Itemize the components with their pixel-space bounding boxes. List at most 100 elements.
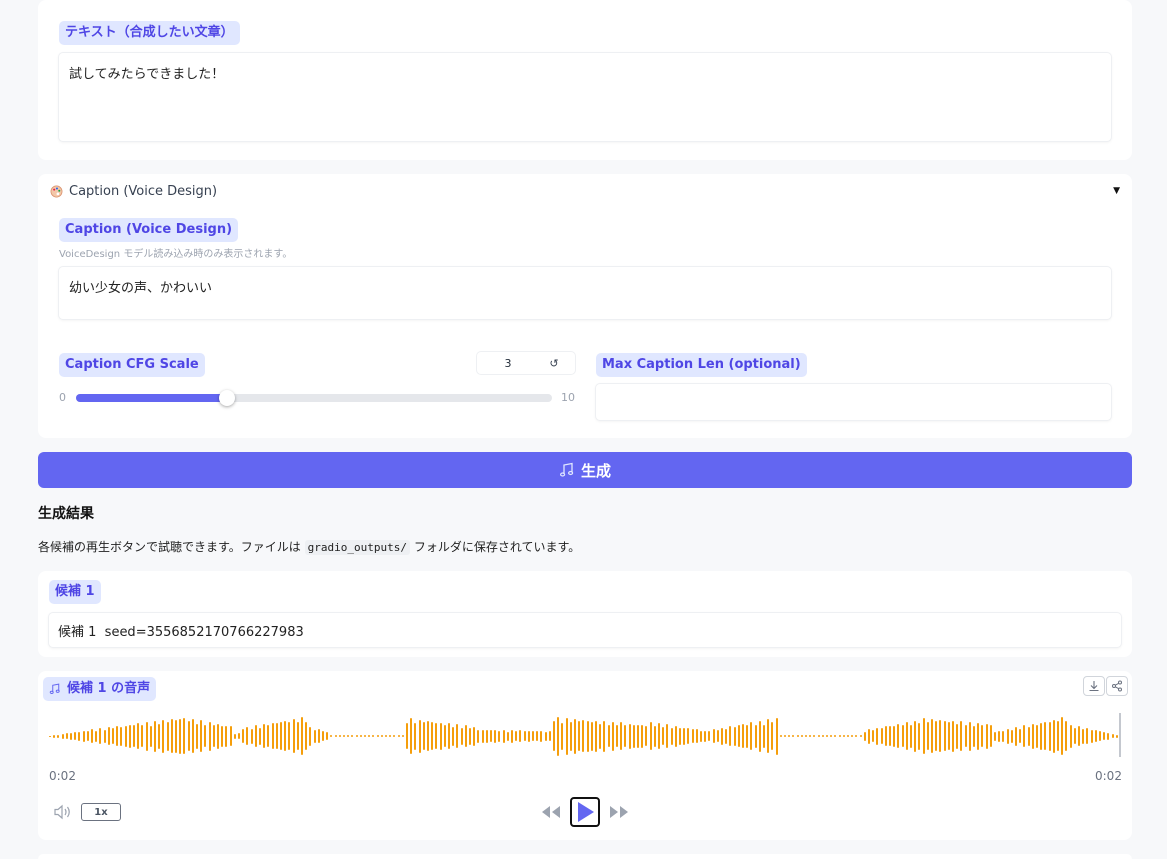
waveform-bar bbox=[834, 735, 837, 737]
waveform-bar bbox=[607, 725, 610, 747]
waveform-bar bbox=[872, 730, 875, 742]
waveform-bar bbox=[116, 726, 119, 746]
waveform-bar bbox=[876, 727, 879, 745]
waveform-bar bbox=[943, 721, 946, 751]
reset-icon[interactable]: ↺ bbox=[539, 357, 569, 370]
collapse-icon[interactable]: ▼ bbox=[1113, 186, 1120, 196]
waveform-bar bbox=[267, 725, 270, 747]
waveform-bar bbox=[225, 725, 228, 747]
waveform-bar bbox=[217, 723, 219, 749]
waveform-bar bbox=[170, 719, 173, 753]
waveform-bar bbox=[767, 719, 770, 753]
waveform-bar bbox=[313, 729, 316, 743]
waveform-bar bbox=[1019, 729, 1022, 743]
waveform-bar bbox=[511, 729, 513, 743]
waveform-bar bbox=[1015, 726, 1017, 746]
waveform-bar bbox=[368, 735, 371, 737]
volume-icon[interactable] bbox=[53, 804, 73, 820]
waveform-bar bbox=[574, 718, 576, 754]
waveform-bar bbox=[746, 724, 749, 748]
waveform-bar bbox=[1065, 721, 1068, 751]
waveform-bar bbox=[947, 722, 950, 750]
waveform-bar bbox=[250, 728, 253, 744]
waveform-bar bbox=[788, 735, 791, 737]
waveform-bar bbox=[238, 733, 240, 739]
waveform-bar bbox=[952, 720, 954, 752]
waveform-bar bbox=[809, 735, 812, 737]
waveform-bar bbox=[796, 735, 799, 737]
cfg-number-input[interactable]: 3 ↺ bbox=[477, 352, 575, 374]
waveform-bar bbox=[519, 730, 522, 742]
waveform-bar bbox=[477, 729, 480, 743]
waveform-bar bbox=[674, 725, 677, 747]
waveform-bar bbox=[960, 721, 963, 751]
waveform-bar bbox=[162, 719, 165, 753]
play-button[interactable] bbox=[570, 797, 600, 827]
waveform-bar bbox=[296, 722, 299, 750]
waveform-bar bbox=[380, 735, 383, 737]
waveform-bar bbox=[200, 720, 203, 752]
waveform-bar bbox=[737, 725, 740, 747]
waveform-bar bbox=[95, 730, 98, 742]
fast-forward-icon[interactable] bbox=[608, 804, 630, 820]
waveform-bar bbox=[637, 724, 639, 748]
music-note-icon bbox=[559, 462, 574, 477]
waveform-bar bbox=[166, 721, 169, 751]
candidate-panel: 候補 1 候補 1 seed=3556852170766227983 bbox=[38, 571, 1132, 657]
playback-speed-button[interactable]: 1x bbox=[81, 803, 121, 821]
waveform-bar bbox=[70, 732, 72, 740]
waveform-bar bbox=[82, 730, 85, 742]
download-button[interactable] bbox=[1083, 676, 1105, 696]
waveform-bar bbox=[1094, 730, 1097, 742]
waveform-bar bbox=[1078, 726, 1080, 746]
share-button[interactable] bbox=[1106, 676, 1128, 696]
waveform-bar bbox=[410, 718, 413, 754]
waveform[interactable] bbox=[49, 711, 1121, 761]
waveform-bar bbox=[359, 735, 362, 737]
waveform-bar bbox=[578, 721, 581, 751]
waveform-bar bbox=[1002, 730, 1005, 742]
waveform-bar bbox=[1036, 724, 1038, 748]
cfg-min: 0 bbox=[59, 391, 66, 404]
waveform-bar bbox=[754, 724, 757, 748]
waveform-bar bbox=[1027, 726, 1030, 746]
waveform-bar bbox=[1107, 732, 1110, 740]
max-caption-len-input[interactable] bbox=[596, 384, 1111, 420]
waveform-bar bbox=[779, 735, 782, 737]
waveform-bar bbox=[53, 734, 56, 738]
waveform-bar bbox=[506, 731, 509, 741]
waveform-bar bbox=[838, 735, 841, 737]
waveform-bar bbox=[645, 726, 648, 746]
waveform-bar bbox=[422, 722, 425, 750]
waveform-bar bbox=[288, 722, 291, 750]
caption-accordion-header[interactable]: Caption (Voice Design) bbox=[50, 184, 217, 199]
waveform-bar bbox=[91, 729, 93, 743]
generate-button[interactable]: 生成 bbox=[38, 452, 1132, 488]
cfg-slider[interactable] bbox=[76, 390, 552, 406]
waveform-bar bbox=[208, 721, 211, 751]
cfg-slider-thumb[interactable] bbox=[219, 390, 235, 406]
candidate-seed-field[interactable]: 候補 1 seed=3556852170766227983 bbox=[49, 613, 1121, 647]
waveform-bar bbox=[1082, 728, 1085, 744]
text-input[interactable]: 試してみたらできました！ bbox=[59, 53, 1111, 141]
waveform-bar bbox=[670, 727, 673, 745]
waveform-bar bbox=[103, 729, 106, 743]
playhead bbox=[1119, 713, 1121, 757]
caption-input[interactable]: 幼い少女の声、かわいい bbox=[59, 267, 1111, 319]
waveform-bar bbox=[473, 726, 476, 746]
waveform-bar bbox=[1073, 728, 1076, 744]
waveform-bar bbox=[662, 727, 665, 745]
waveform-bar bbox=[78, 731, 81, 741]
waveform-bar bbox=[553, 721, 555, 751]
waveform-bar bbox=[624, 725, 627, 747]
playback-speed-value: 1x bbox=[94, 806, 108, 818]
text-panel: テキスト（合成したい文章） 試してみたらできました！ bbox=[38, 0, 1132, 160]
waveform-bar bbox=[259, 727, 261, 745]
waveform-bar bbox=[540, 730, 543, 742]
waveform-bar bbox=[729, 726, 732, 746]
waveform-bar bbox=[271, 723, 274, 749]
cfg-max: 10 bbox=[561, 391, 575, 404]
waveform-bar bbox=[599, 723, 602, 749]
waveform-bar bbox=[1086, 728, 1089, 744]
rewind-icon[interactable] bbox=[540, 804, 562, 820]
